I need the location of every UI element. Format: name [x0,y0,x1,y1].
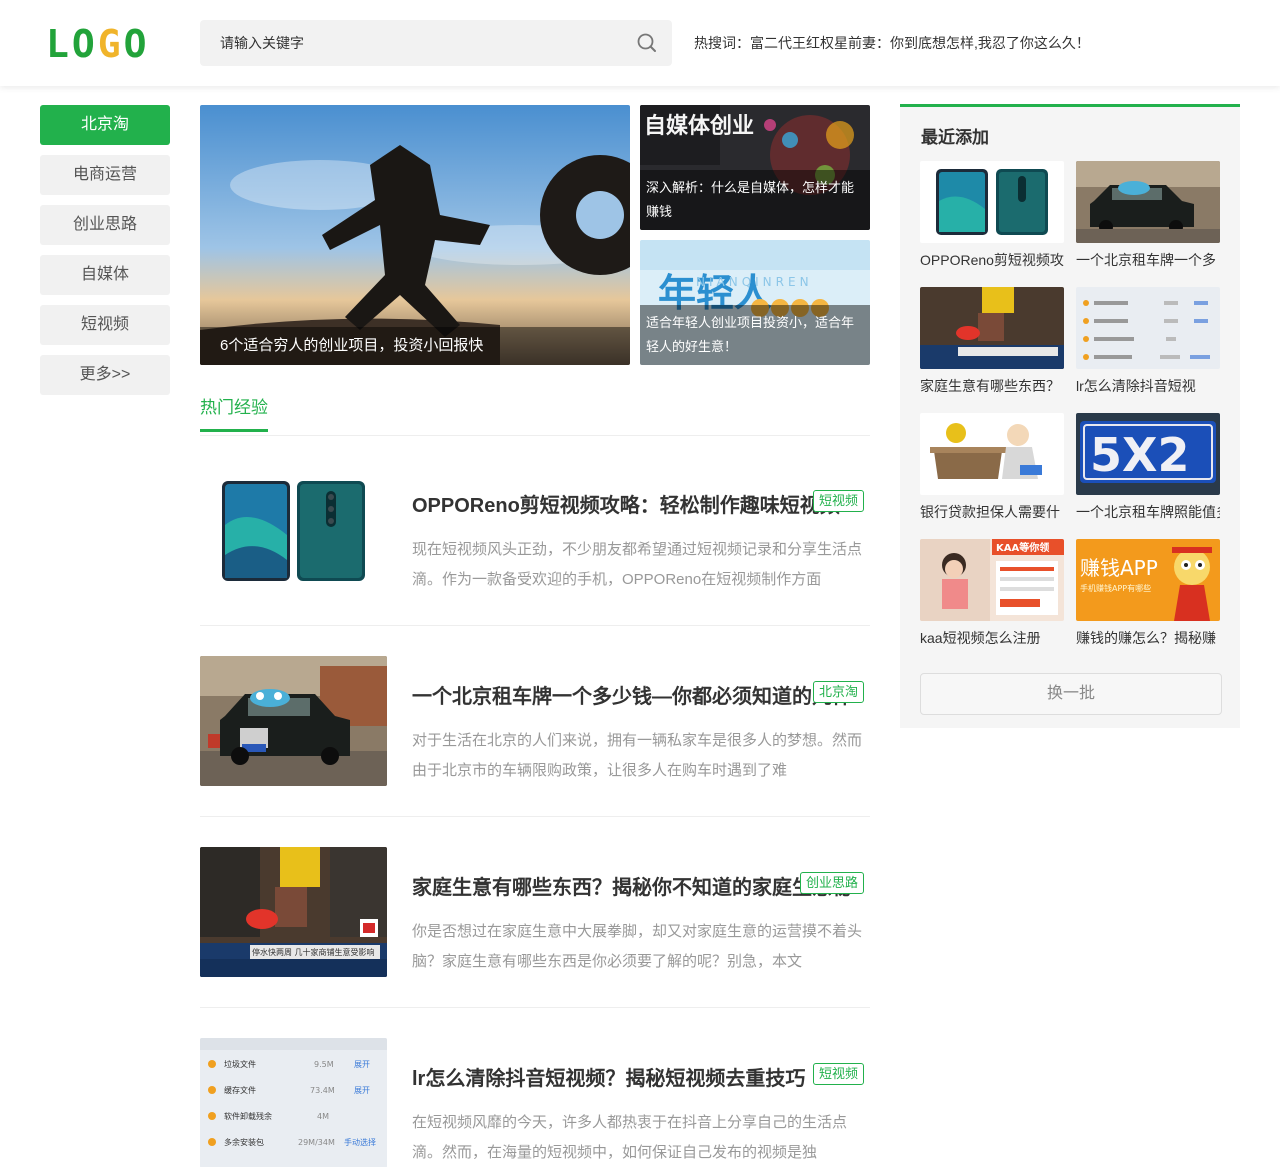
file-row-size: 73.4M [310,1086,335,1095]
recent-label[interactable]: OPPOReno剪短视频攻 [920,249,1064,271]
recent-thumbnail[interactable]: 5X2 [1076,413,1220,495]
hero-side-slide-2[interactable]: 年轻人 NIANQINREN 适合年轻人创业项目投资小，适合年轻人的好生意！ [640,240,870,365]
recent-title: 最近添加 [921,128,989,147]
news-banner-text: 停水快两周 几十家商铺生意受影响 [252,947,375,957]
file-row-name: 缓存文件 [224,1085,256,1095]
app-subtitle-text: 手机赚钱APP有哪些 [1080,583,1151,593]
article-tag[interactable]: 创业思路 [799,872,864,894]
file-row-name: 多余安装包 [224,1137,264,1147]
hero-side-caption-2: 适合年轻人创业项目投资小，适合年轻人的好生意！ [640,305,870,365]
file-row-action: 展开 [354,1060,370,1069]
file-row-action: 手动选择 [344,1137,376,1147]
tab-hot-experience[interactable]: 热门经验 [200,396,268,432]
file-row-size: 4M [317,1112,329,1121]
file-row-name: 垃圾文件 [224,1059,256,1069]
hot-search-words[interactable]: 热搜词：富二代王红权星前妻：你到底想怎样,我忍了你这么久！ [694,33,1090,53]
file-row-size: 9.5M [314,1060,334,1069]
site-header: L O G O 热搜词：富二代王红权星前妻：你到底想怎样,我忍了你这么久！ [0,0,1280,86]
article-desc: 你是否想过在家庭生意中大展拳脚，却又对家庭生意的运营摸不着头脑？家庭生意有哪些东… [412,923,863,970]
recent-label[interactable]: lr怎么清除抖音短视 [1076,375,1220,397]
article-title[interactable]: OPPOReno剪短视频攻略：轻松制作趣味短视频 [412,489,870,518]
app-title-text: 赚钱APP [1080,556,1158,580]
article-tag[interactable]: 短视频 [812,490,864,512]
article-item[interactable]: 一个北京租车牌一个多少钱—你都必须知道的几件 北京淘 对于生活在北京的人们来说，… [200,656,870,786]
recent-thumbnail[interactable]: KAA等你领 [920,539,1064,621]
article-desc: 在短视频风靡的今天，许多人都热衷于在抖音上分享自己的生活点滴。然而，在海量的短视… [412,1114,848,1161]
recent-thumbnail[interactable] [920,413,1064,495]
section-tabs: 热门经验 [200,396,870,436]
recent-thumbnail[interactable] [920,287,1064,369]
recent-label[interactable]: 赚钱的赚怎么？揭秘赚 [1076,627,1220,649]
refresh-batch-button[interactable]: 换一批 [920,673,1222,715]
article-item[interactable]: 垃圾文件 9.5M 展开 缓存文件 73.4M 展开 软件卸载残余 4M 多余安装包 29M… [200,1038,870,1167]
recent-item[interactable]: 一个北京租车牌一个多 [1076,161,1220,271]
article-item[interactable]: 停水快两周 几十家商铺生意受影响 家庭生意有哪些东西？揭秘你不知道的家庭生意秘 … [200,847,870,977]
file-row-name: 软件卸载残余 [224,1111,272,1121]
recent-item[interactable]: lr怎么清除抖音短视 [1076,287,1220,397]
hero-side-slide-1[interactable]: 自媒体创业 深入解析：什么是自媒体，怎样才能赚钱 [640,105,870,230]
article-thumbnail[interactable] [200,465,387,595]
category-nav: 北京淘 电商运营 创业思路 自媒体 短视频 更多>> [40,105,170,405]
hero-side2-overlay-en: NIANQINREN [696,275,813,289]
hero-side1-overlay-text: 自媒体创业 [644,113,754,139]
hero-main-caption: 6个适合穷人的创业项目，投资小回报快 [200,327,630,365]
nav-item-startup[interactable]: 创业思路 [40,205,170,245]
logo-letter: O [71,22,96,66]
divider [200,625,870,626]
recent-thumbnail[interactable] [1076,287,1220,369]
search-input[interactable] [220,32,600,54]
nav-item-selfmedia[interactable]: 自媒体 [40,255,170,295]
recent-item[interactable]: KAA等你领 kaa短视频怎么注册 [920,539,1064,649]
recent-item[interactable]: 5X2 一个北京租车牌照能值多 [1076,413,1220,523]
article-thumbnail[interactable] [200,656,387,786]
site-logo[interactable]: L O G O [46,22,148,66]
nav-item-more[interactable]: 更多>> [40,355,170,395]
license-plate-text: 5X2 [1090,428,1189,482]
file-row-size: 29M/34M [298,1138,335,1147]
logo-letter: G [97,22,122,66]
article-thumbnail[interactable]: 垃圾文件 9.5M 展开 缓存文件 73.4M 展开 软件卸载残余 4M 多余安装包 29M… [200,1038,387,1167]
recent-item[interactable]: OPPOReno剪短视频攻 [920,161,1064,271]
divider [200,816,870,817]
article-title[interactable]: lr怎么清除抖音短视频？揭秘短视频去重技巧 [412,1062,870,1091]
logo-letter: O [123,22,148,66]
file-row-action: 展开 [354,1086,370,1095]
recent-label[interactable]: 一个北京租车牌照能值多 [1076,501,1220,523]
hero-main-image [200,105,630,365]
article-item[interactable]: OPPOReno剪短视频攻略：轻松制作趣味短视频 短视频 现在短视频风头正劲，不… [200,465,870,595]
search-icon[interactable] [636,32,658,54]
recent-item[interactable]: 银行贷款担保人需要什 [920,413,1064,523]
recent-label[interactable]: kaa短视频怎么注册 [920,627,1064,649]
logo-letter: L [46,22,70,66]
recent-label[interactable]: 银行贷款担保人需要什 [920,501,1064,523]
article-desc: 现在短视频风头正劲，不少朋友都希望通过短视频记录和分享生活点滴。作为一款备受欢迎… [412,541,863,588]
article-tag[interactable]: 短视频 [812,1063,864,1085]
recent-item[interactable]: 家庭生意有哪些东西？ [920,287,1064,397]
article-desc: 对于生活在北京的人们来说，拥有一辆私家车是很多人的梦想。然而由于北京市的车辆限购… [412,732,863,779]
hero-main-slide[interactable]: 6个适合穷人的创业项目，投资小回报快 [200,105,630,365]
article-thumbnail[interactable]: 停水快两周 几十家商铺生意受影响 [200,847,387,977]
article-tag[interactable]: 北京淘 [812,681,864,703]
recent-thumbnail[interactable] [920,161,1064,243]
recent-item[interactable]: 赚钱APP 手机赚钱APP有哪些 赚钱的赚怎么？揭秘赚 [1076,539,1220,649]
recent-thumbnail[interactable] [1076,161,1220,243]
article-title[interactable]: 一个北京租车牌一个多少钱—你都必须知道的几件 [412,680,870,709]
hero-side-caption-1: 深入解析：什么是自媒体，怎样才能赚钱 [640,170,870,230]
kaa-banner-text: KAA等你领 [996,541,1049,554]
nav-item-shortvideo[interactable]: 短视频 [40,305,170,345]
nav-item-beijingtao[interactable]: 北京淘 [40,105,170,145]
nav-item-ecommerce[interactable]: 电商运营 [40,155,170,195]
recent-label[interactable]: 一个北京租车牌一个多 [1076,249,1220,271]
divider [200,1007,870,1008]
recent-label[interactable]: 家庭生意有哪些东西？ [920,375,1064,397]
search-box [200,20,672,66]
recent-thumbnail[interactable]: 赚钱APP 手机赚钱APP有哪些 [1076,539,1220,621]
recent-panel: 最近添加 OPPOReno剪短视频攻 一个北京租车牌一个多 家庭生意有哪些东西？… [900,104,1240,728]
